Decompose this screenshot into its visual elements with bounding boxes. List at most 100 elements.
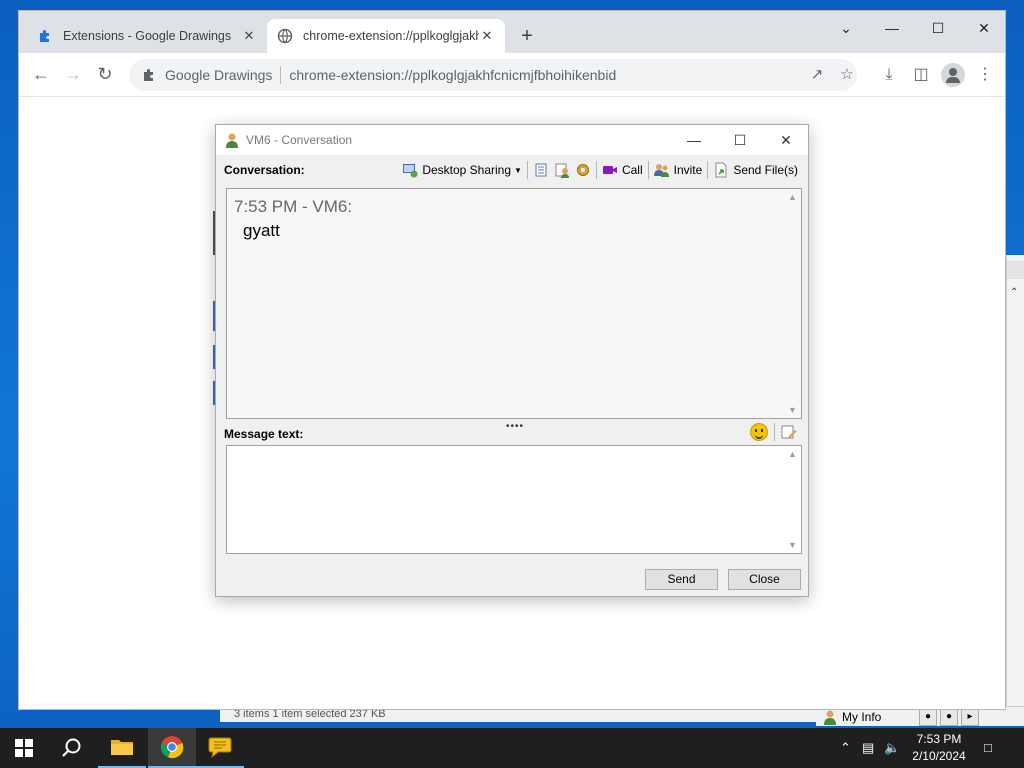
contact-icon: [226, 133, 238, 148]
url-text[interactable]: chrome-extension://pplkoglgjakhfcnicmjfb…: [289, 67, 616, 83]
tab-search-icon[interactable]: ⌄: [823, 15, 869, 43]
video-camera-icon: [602, 166, 617, 174]
message-header: 7:53 PM - VM6:: [234, 197, 353, 216]
contact-info-button[interactable]: [554, 162, 570, 178]
tab-extensions[interactable]: Extensions - Google Drawings ✕: [27, 19, 267, 53]
file-explorer-button[interactable]: [98, 728, 146, 768]
call-button[interactable]: Call: [602, 162, 643, 178]
send-button[interactable]: Send: [645, 569, 718, 590]
chat-bubble-icon: [208, 737, 232, 758]
system-clock[interactable]: 7:53 PM 2/10/2024: [904, 731, 974, 765]
invite-users-icon: [653, 164, 669, 177]
dropdown-arrow-icon: ▼: [514, 165, 522, 175]
close-window-button[interactable]: ✕: [763, 127, 809, 153]
notebook-button[interactable]: [533, 162, 549, 178]
start-button[interactable]: [0, 728, 48, 768]
folder-icon: [111, 740, 133, 755]
background-app-panel: ⌃: [1006, 255, 1024, 715]
forward-button[interactable]: →: [61, 63, 85, 87]
desktop-sharing-label: Desktop Sharing: [422, 163, 512, 177]
bookmark-star-icon[interactable]: ☆: [837, 65, 857, 85]
close-window-button[interactable]: ✕: [961, 15, 1007, 43]
tab-chrome-extension[interactable]: chrome-extension://pplkoglgjakhfcnicmjfb…: [267, 19, 505, 53]
scroll-down-icon[interactable]: ▼: [784, 540, 801, 550]
emoticon-smiley-icon[interactable]: [750, 423, 768, 441]
send-files-button[interactable]: Send File(s): [713, 162, 798, 178]
message-input[interactable]: ▲ ▼: [226, 445, 802, 554]
tab-title: Extensions - Google Drawings: [63, 29, 232, 43]
puzzle-icon: [144, 69, 153, 81]
search-button[interactable]: [48, 728, 96, 768]
notebook-icon: [535, 163, 547, 177]
globe-icon: [277, 28, 293, 44]
scroll-icon[interactable]: ▸: [961, 707, 979, 726]
back-button[interactable]: ←: [29, 63, 53, 87]
conversation-window: VM6 - Conversation — ☐ ✕ Conversation: D…: [215, 124, 809, 597]
download-icon[interactable]: ⤓: [877, 63, 901, 87]
menu-dots-icon[interactable]: ⋮: [973, 63, 997, 87]
tab-strip: Extensions - Google Drawings ✕ chrome-ex…: [19, 11, 1005, 53]
chevron-up-icon[interactable]: ⌃: [840, 740, 851, 756]
status-away-icon[interactable]: ●: [940, 707, 958, 726]
dialog-title: VM6 - Conversation: [246, 133, 353, 147]
tab-title: chrome-extension://pplkoglgjakhfcnicmjfb…: [303, 29, 479, 43]
profile-avatar[interactable]: [941, 63, 965, 87]
conversation-history[interactable]: 7:53 PM - VM6: gyatt ▲ ▼: [226, 188, 802, 419]
close-tab-icon[interactable]: ✕: [479, 28, 495, 44]
maximize-button[interactable]: ☐: [717, 127, 763, 153]
chevron-up-icon[interactable]: ⌃: [1010, 287, 1018, 298]
my-info-label[interactable]: My Info: [842, 710, 916, 724]
network-icon[interactable]: ▤: [862, 740, 874, 756]
minimize-button[interactable]: —: [671, 127, 717, 153]
send-files-label: Send File(s): [733, 163, 798, 177]
new-tab-button[interactable]: +: [515, 25, 539, 48]
dialog-title-bar[interactable]: VM6 - Conversation — ☐ ✕: [216, 125, 808, 155]
invite-button[interactable]: Invite: [653, 162, 703, 178]
address-bar[interactable]: Google Drawings chrome-extension://pplko…: [129, 59, 857, 91]
message-toolbar: Message text:: [216, 423, 808, 445]
close-button[interactable]: Close: [728, 569, 801, 590]
scroll-down-icon[interactable]: ▼: [784, 405, 801, 415]
notification-icon[interactable]: □: [984, 740, 992, 755]
maximize-button[interactable]: ☐: [915, 15, 961, 43]
message-text-label: Message text:: [224, 427, 304, 441]
desktop-sharing-button[interactable]: Desktop Sharing ▼: [402, 162, 522, 178]
toolbar-separator: [774, 423, 775, 441]
invite-label: Invite: [673, 163, 703, 177]
volume-muted-icon[interactable]: 🔈: [884, 740, 900, 756]
conversation-tools: Desktop Sharing ▼ Call Invite Send File(…: [397, 160, 798, 180]
toolbar-separator: [526, 161, 528, 179]
settings-button[interactable]: [575, 162, 591, 178]
conversation-label: Conversation:: [224, 163, 305, 177]
scroll-up-icon[interactable]: ▲: [784, 192, 801, 202]
clock-time: 7:53 PM: [916, 732, 962, 746]
windows-logo-icon: [15, 739, 33, 757]
background-app-strip: [1007, 261, 1024, 279]
send-file-icon: [715, 162, 727, 178]
minimize-button[interactable]: —: [869, 15, 915, 43]
omnibox-divider: [280, 66, 282, 84]
search-icon: [62, 738, 81, 757]
conversation-scrollbar[interactable]: ▲ ▼: [784, 189, 801, 418]
scroll-up-icon[interactable]: ▲: [784, 449, 801, 459]
desktop-sharing-icon: [403, 164, 418, 178]
puzzle-icon: [37, 28, 53, 44]
messenger-button[interactable]: [196, 728, 244, 768]
chrome-icon: [160, 736, 184, 759]
message-text: gyatt: [243, 221, 280, 240]
edit-note-icon[interactable]: [781, 424, 797, 440]
message-scrollbar[interactable]: ▲ ▼: [784, 446, 801, 553]
reload-button[interactable]: ↻: [93, 63, 117, 87]
share-icon[interactable]: ↗: [807, 65, 827, 85]
site-name: Google Drawings: [165, 67, 273, 83]
gear-icon: [576, 164, 589, 176]
side-panel-icon[interactable]: ◫: [909, 63, 933, 87]
toolbar-separator: [707, 161, 709, 179]
conversation-toolbar: Conversation: Desktop Sharing ▼ Call Inv…: [216, 155, 808, 185]
browser-toolbar: ← → ↻ Google Drawings chrome-extension:/…: [19, 53, 1005, 97]
chrome-button[interactable]: [148, 728, 196, 768]
contact-icon: [824, 710, 836, 725]
status-online-icon[interactable]: ●: [919, 707, 937, 726]
toolbar-separator: [595, 161, 597, 179]
close-tab-icon[interactable]: ✕: [241, 28, 257, 44]
